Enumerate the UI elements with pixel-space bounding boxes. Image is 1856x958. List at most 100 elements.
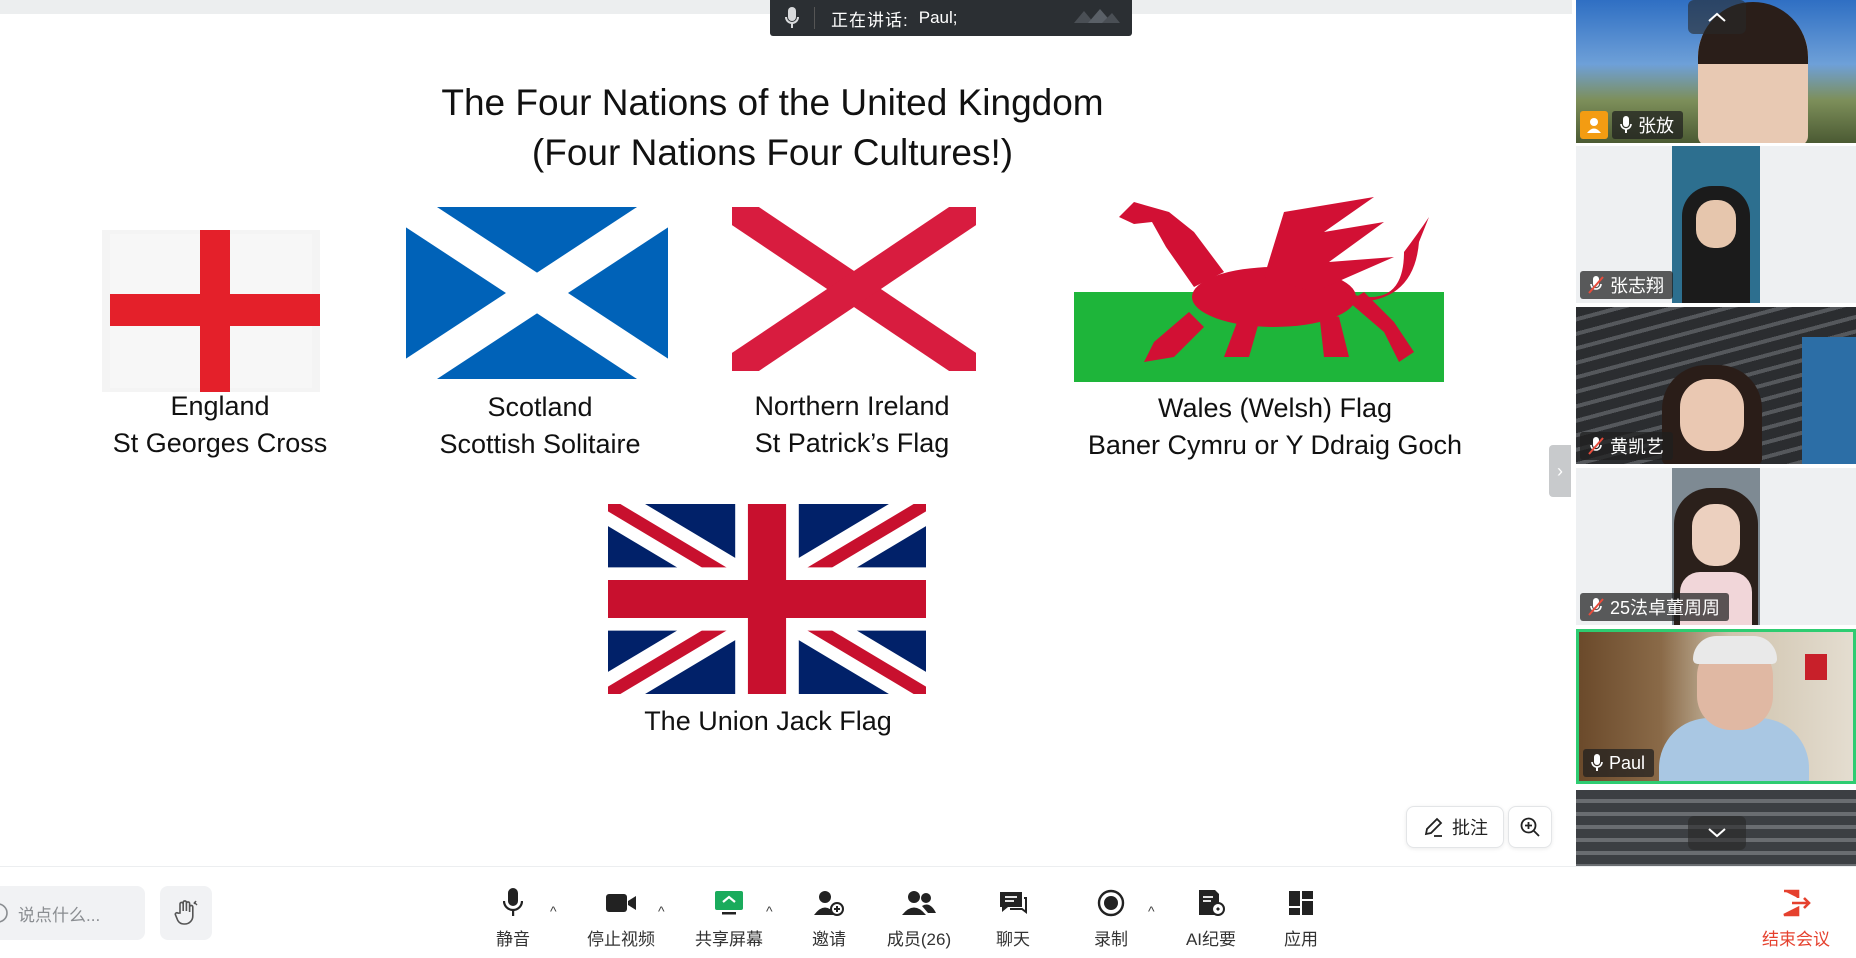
tool-label: 录制	[1094, 930, 1128, 949]
caption-line: England	[170, 391, 270, 421]
participant-tile[interactable]: 张放	[1576, 0, 1856, 143]
video-camera-icon	[577, 887, 665, 919]
wales-caption: Wales (Welsh) Flag Baner Cymru or Y Ddra…	[1060, 390, 1490, 464]
end-meeting-button[interactable]: 结束会议	[1750, 887, 1842, 950]
share-screen-button[interactable]: 共享屏幕	[685, 887, 773, 950]
pen-icon	[1422, 816, 1444, 838]
participant-name-tag: 张志翔	[1580, 271, 1673, 299]
chat-icon	[969, 887, 1057, 919]
tool-label: 邀请	[812, 930, 846, 949]
exit-icon	[1750, 887, 1842, 919]
host-badge-icon	[1580, 111, 1608, 139]
tool-label: 应用	[1284, 930, 1318, 949]
participant-name-tag: 25法卓董周周	[1580, 593, 1730, 621]
participant-tile[interactable]	[1576, 790, 1856, 866]
caption-line: Northern Ireland	[754, 391, 950, 421]
record-button[interactable]: 录制	[1067, 887, 1155, 950]
participant-video	[1680, 379, 1744, 451]
tool-label: 成员(26)	[886, 930, 952, 949]
scotland-flag	[406, 207, 668, 379]
participant-panel: 张放 张志翔 黄凯艺 25法卓董周周 Paul	[1576, 0, 1856, 866]
zoom-in-icon	[1519, 816, 1541, 838]
mute-button[interactable]: 静音	[469, 887, 557, 950]
england-caption: England St Georges Cross	[70, 388, 370, 462]
microphone-icon	[469, 887, 557, 919]
slide: The Four Nations of the United Kingdom (…	[0, 14, 1560, 866]
microphone-muted-icon	[1588, 276, 1604, 294]
participant-name: 张放	[1638, 116, 1674, 136]
northern-ireland-caption: Northern Ireland St Patrick’s Flag	[702, 388, 1002, 462]
tool-label: 结束会议	[1762, 930, 1830, 949]
share-screen-icon	[685, 887, 773, 919]
participant-tile-active-speaker[interactable]: Paul	[1576, 629, 1856, 784]
caption-line: Baner Cymru or Y Ddraig Goch	[1087, 430, 1463, 460]
annotate-label: 批注	[1452, 818, 1488, 838]
participant-video	[1802, 337, 1856, 464]
participant-video	[1805, 654, 1827, 680]
invite-user-icon	[785, 887, 873, 919]
tool-label: 停止视频	[587, 930, 655, 949]
participant-tile[interactable]: 张志翔	[1576, 146, 1856, 303]
tool-label: 共享屏幕	[695, 930, 763, 949]
tool-label: AI纪要	[1185, 930, 1237, 949]
chat-button[interactable]: 聊天	[969, 887, 1057, 950]
microphone-muted-icon	[1588, 437, 1604, 455]
chevron-down-icon	[1708, 828, 1726, 838]
ai-summary-button[interactable]: AI纪要	[1167, 887, 1255, 950]
ai-summary-icon	[1167, 887, 1255, 919]
raise-hand-button[interactable]	[160, 886, 212, 940]
participant-name: 张志翔	[1610, 276, 1664, 296]
chevron-up-icon	[1708, 12, 1726, 22]
participant-video	[1692, 504, 1740, 566]
participant-tile[interactable]: 25法卓董周周	[1576, 468, 1856, 625]
slide-title: The Four Nations of the United Kingdom	[441, 82, 1104, 123]
caption-line: The Union Jack Flag	[644, 706, 892, 736]
caption-line: Scotland	[487, 392, 593, 422]
apps-icon	[1257, 887, 1345, 919]
scroll-up-button[interactable]	[1688, 0, 1746, 34]
microphone-icon	[1620, 116, 1632, 134]
caption-line: St Patrick’s Flag	[754, 428, 950, 458]
invite-button[interactable]: 邀请	[785, 887, 873, 950]
union-jack-caption: The Union Jack Flag	[618, 703, 918, 740]
union-jack-flag	[608, 504, 926, 694]
microphone-muted-icon	[1588, 598, 1604, 616]
participant-name-tag: 张放	[1612, 111, 1683, 139]
zoom-in-button[interactable]	[1508, 806, 1552, 848]
record-icon	[1067, 887, 1155, 919]
participant-name-tag: Paul	[1583, 749, 1655, 777]
scotland-caption: Scotland Scottish Solitaire	[390, 389, 690, 463]
members-button[interactable]: 成员(26)	[875, 887, 963, 950]
caption-line: Wales (Welsh) Flag	[1157, 393, 1393, 423]
record-options-caret[interactable]: ^	[1148, 903, 1155, 919]
participant-name: 黄凯艺	[1610, 437, 1664, 457]
participant-video	[1696, 200, 1736, 248]
emoji-icon	[0, 902, 10, 924]
participant-tile[interactable]: 黄凯艺	[1576, 307, 1856, 464]
england-flag	[102, 230, 320, 392]
shared-screen-stage: 正在讲话: Paul; The Four Nations of the Unit…	[0, 0, 1572, 866]
stop-video-button[interactable]: 停止视频	[577, 887, 665, 950]
annotate-button[interactable]: 批注	[1406, 806, 1504, 848]
meeting-toolbar: 说点什么... 静音 ^ 停止视频 ^ 共享屏幕 ^ 邀请 成员(26) 聊天 …	[0, 866, 1856, 958]
northern-ireland-flag	[732, 207, 976, 371]
caption-line: Scottish Solitaire	[439, 429, 641, 459]
scroll-down-button[interactable]	[1688, 816, 1746, 850]
share-options-caret[interactable]: ^	[766, 903, 773, 919]
wales-flag	[1074, 192, 1444, 382]
members-icon	[875, 887, 963, 919]
participant-name: Paul	[1609, 752, 1646, 773]
tool-label: 聊天	[996, 930, 1030, 949]
slide-subtitle: (Four Nations Four Cultures!)	[531, 132, 1014, 173]
mute-options-caret[interactable]: ^	[550, 903, 557, 919]
raise-hand-icon	[174, 900, 198, 925]
participant-name: 25法卓董周周	[1610, 598, 1721, 618]
chat-placeholder: 说点什么...	[18, 905, 101, 925]
participant-video	[1693, 636, 1777, 664]
video-options-caret[interactable]: ^	[658, 903, 665, 919]
caption-line: St Georges Cross	[112, 428, 328, 458]
tool-label: 静音	[496, 930, 530, 949]
apps-button[interactable]: 应用	[1257, 887, 1345, 950]
quick-chat-input[interactable]: 说点什么...	[0, 886, 145, 940]
collapse-panel-toggle[interactable]: ›	[1549, 445, 1571, 497]
